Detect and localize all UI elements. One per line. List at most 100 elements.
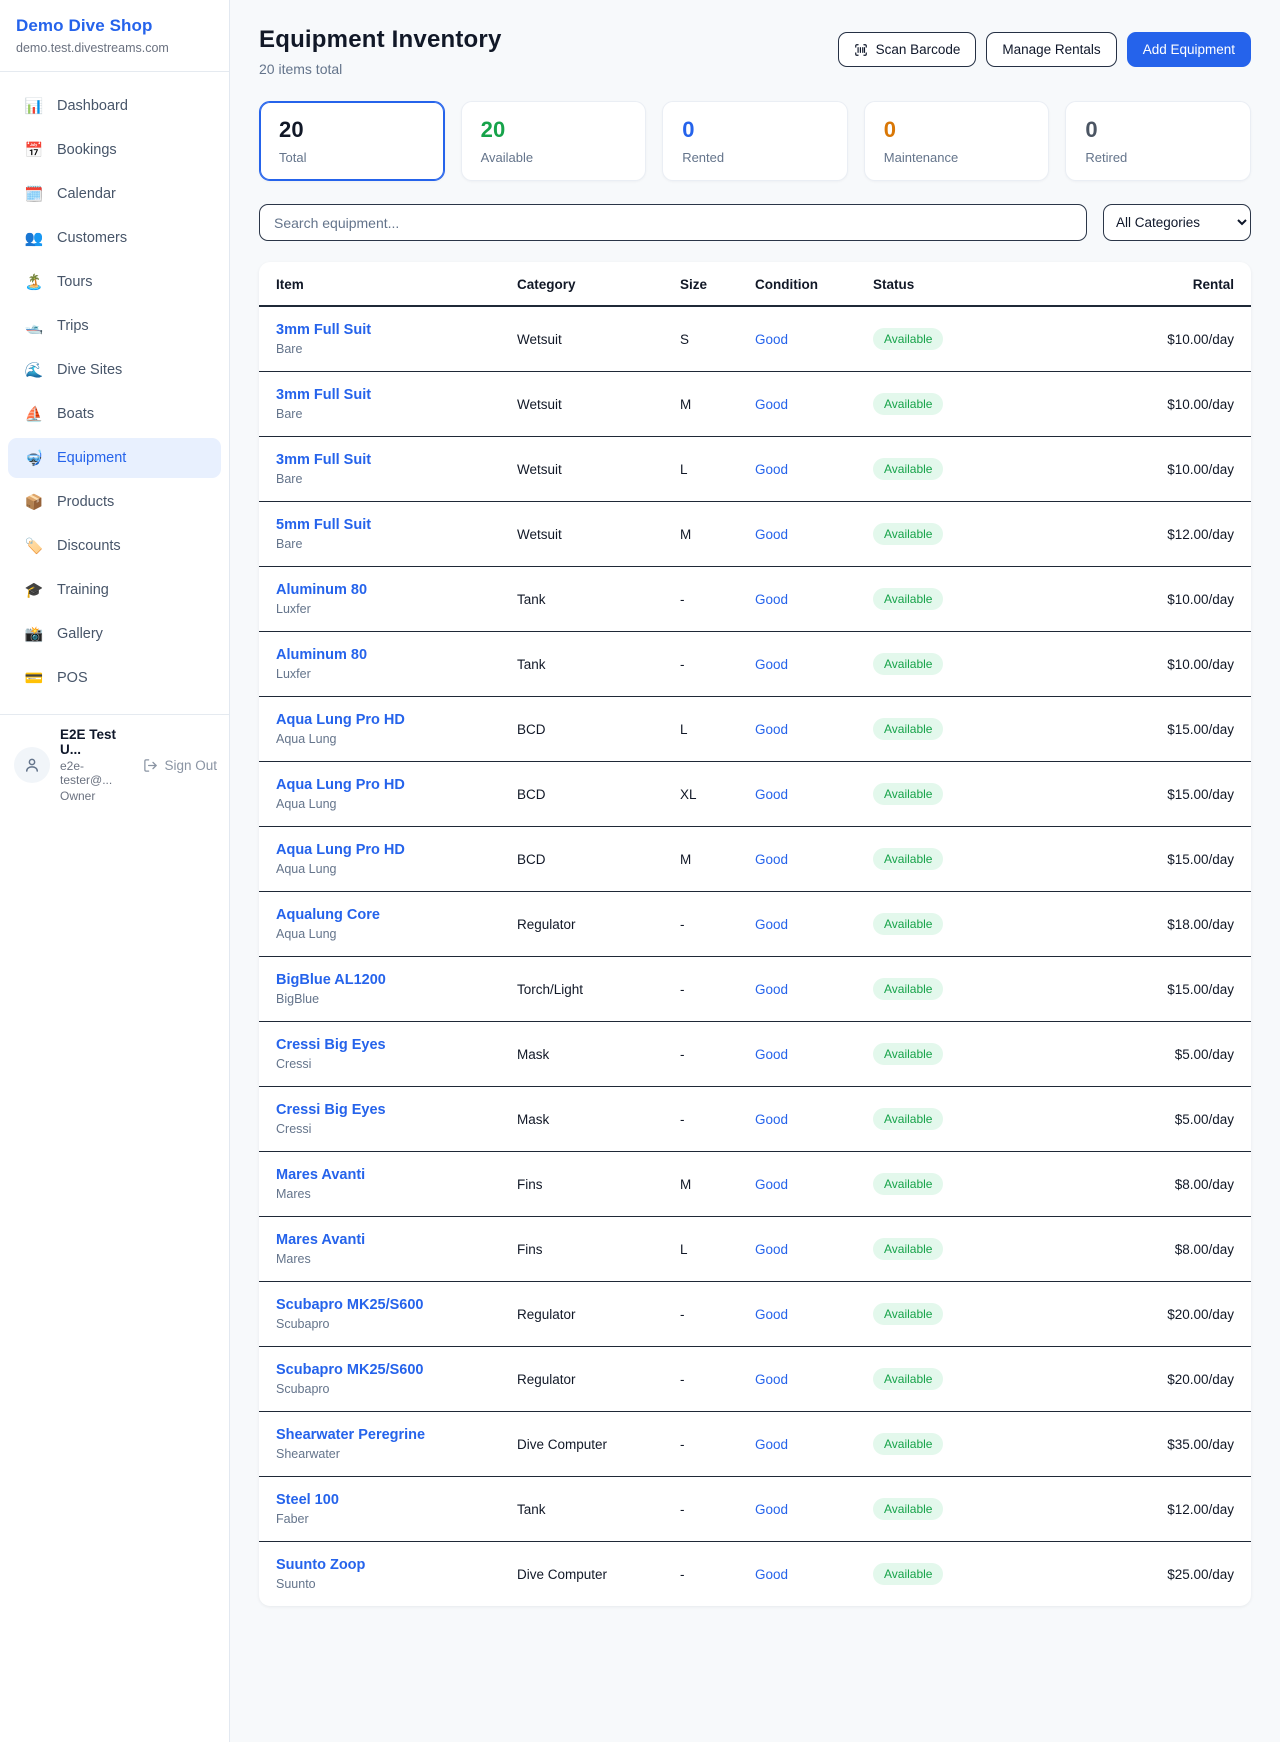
item-name-link[interactable]: Aqua Lung Pro HD xyxy=(276,712,501,728)
item-name-link[interactable]: 3mm Full Suit xyxy=(276,452,501,468)
sidebar-item-dashboard[interactable]: 📊Dashboard xyxy=(8,86,221,126)
sidebar-item-gallery[interactable]: 📸Gallery xyxy=(8,614,221,654)
item-name-link[interactable]: Scubapro MK25/S600 xyxy=(276,1362,501,1378)
table-row: Suunto ZoopSuuntoDive Computer-GoodAvail… xyxy=(259,1542,1251,1607)
stat-card-available[interactable]: 20Available xyxy=(461,101,647,181)
stat-card-retired[interactable]: 0Retired xyxy=(1065,101,1251,181)
item-condition-link[interactable]: Good xyxy=(755,1372,788,1387)
item-condition-link[interactable]: Good xyxy=(755,852,788,867)
item-name-link[interactable]: 3mm Full Suit xyxy=(276,322,501,338)
item-condition-link[interactable]: Good xyxy=(755,397,788,412)
sidebar-item-pos[interactable]: 💳POS xyxy=(8,658,221,698)
item-rental-rate: $10.00/day xyxy=(1015,306,1251,372)
item-name-link[interactable]: Aluminum 80 xyxy=(276,647,501,663)
item-condition-link[interactable]: Good xyxy=(755,1242,788,1257)
column-header-condition: Condition xyxy=(747,262,865,306)
status-badge: Available xyxy=(873,783,943,805)
sign-out-button[interactable]: Sign Out xyxy=(143,758,217,773)
scan-barcode-button[interactable]: Scan Barcode xyxy=(838,32,977,67)
sidebar-item-trips[interactable]: 🛥️Trips xyxy=(8,306,221,346)
item-size: - xyxy=(672,1412,747,1477)
item-condition-link[interactable]: Good xyxy=(755,1177,788,1192)
sidebar-item-boats[interactable]: ⛵Boats xyxy=(8,394,221,434)
item-condition-link[interactable]: Good xyxy=(755,462,788,477)
stat-card-rented[interactable]: 0Rented xyxy=(662,101,848,181)
item-name-link[interactable]: 3mm Full Suit xyxy=(276,387,501,403)
table-row: Cressi Big EyesCressiMask-GoodAvailable$… xyxy=(259,1087,1251,1152)
status-badge: Available xyxy=(873,523,943,545)
item-category: Tank xyxy=(509,567,672,632)
item-name-link[interactable]: 5mm Full Suit xyxy=(276,517,501,533)
sidebar-item-dive-sites[interactable]: 🌊Dive Sites xyxy=(8,350,221,390)
item-brand: Suunto xyxy=(276,1577,501,1591)
item-condition-link[interactable]: Good xyxy=(755,1112,788,1127)
item-brand: Aqua Lung xyxy=(276,732,501,746)
item-condition-link[interactable]: Good xyxy=(755,1502,788,1517)
brand-title: Demo Dive Shop xyxy=(16,16,213,36)
manage-rentals-button[interactable]: Manage Rentals xyxy=(986,32,1116,67)
item-category: Wetsuit xyxy=(509,372,672,437)
item-category: Wetsuit xyxy=(509,437,672,502)
item-name-link[interactable]: Aqua Lung Pro HD xyxy=(276,777,501,793)
item-condition-link[interactable]: Good xyxy=(755,787,788,802)
table-row: Cressi Big EyesCressiMask-GoodAvailable$… xyxy=(259,1022,1251,1087)
item-size: - xyxy=(672,957,747,1022)
stat-card-maintenance[interactable]: 0Maintenance xyxy=(864,101,1050,181)
sidebar-item-products[interactable]: 📦Products xyxy=(8,482,221,522)
item-name-link[interactable]: Mares Avanti xyxy=(276,1232,501,1248)
item-category: Fins xyxy=(509,1152,672,1217)
equipment-table: Item Category Size Condition Status Rent… xyxy=(259,262,1251,1606)
sidebar-item-tours[interactable]: 🏝️Tours xyxy=(8,262,221,302)
customers-icon: 👥 xyxy=(24,229,44,247)
search-input[interactable] xyxy=(259,204,1087,241)
item-name-link[interactable]: Aluminum 80 xyxy=(276,582,501,598)
status-badge: Available xyxy=(873,1108,943,1130)
main-content: Equipment Inventory 20 items total Scan … xyxy=(230,0,1280,1742)
item-condition-link[interactable]: Good xyxy=(755,722,788,737)
column-header-rental: Rental xyxy=(1015,262,1251,306)
sidebar-item-calendar[interactable]: 🗓️Calendar xyxy=(8,174,221,214)
sidebar-item-customers[interactable]: 👥Customers xyxy=(8,218,221,258)
sidebar: Demo Dive Shop demo.test.divestreams.com… xyxy=(0,0,230,1742)
item-name-link[interactable]: Cressi Big Eyes xyxy=(276,1037,501,1053)
item-category: Regulator xyxy=(509,1347,672,1412)
sign-out-label: Sign Out xyxy=(164,758,217,773)
item-name-link[interactable]: Steel 100 xyxy=(276,1492,501,1508)
item-rental-rate: $10.00/day xyxy=(1015,437,1251,502)
item-rental-rate: $5.00/day xyxy=(1015,1022,1251,1087)
item-name-link[interactable]: Scubapro MK25/S600 xyxy=(276,1297,501,1313)
status-badge: Available xyxy=(873,1563,943,1585)
item-name-link[interactable]: Cressi Big Eyes xyxy=(276,1102,501,1118)
item-name-link[interactable]: Aqualung Core xyxy=(276,907,501,923)
sidebar-item-label: Equipment xyxy=(57,450,126,466)
sidebar-item-training[interactable]: 🎓Training xyxy=(8,570,221,610)
item-name-link[interactable]: Aqua Lung Pro HD xyxy=(276,842,501,858)
sidebar-item-discounts[interactable]: 🏷️Discounts xyxy=(8,526,221,566)
item-name-link[interactable]: Mares Avanti xyxy=(276,1167,501,1183)
item-category: Regulator xyxy=(509,892,672,957)
status-badge: Available xyxy=(873,848,943,870)
item-condition-link[interactable]: Good xyxy=(755,1567,788,1582)
header-actions: Scan Barcode Manage Rentals Add Equipmen… xyxy=(838,32,1251,67)
item-size: S xyxy=(672,306,747,372)
item-condition-link[interactable]: Good xyxy=(755,527,788,542)
item-condition-link[interactable]: Good xyxy=(755,1047,788,1062)
stat-card-total[interactable]: 20Total xyxy=(259,101,445,181)
item-condition-link[interactable]: Good xyxy=(755,592,788,607)
item-condition-link[interactable]: Good xyxy=(755,1437,788,1452)
item-brand: Cressi xyxy=(276,1057,501,1071)
item-condition-link[interactable]: Good xyxy=(755,982,788,997)
item-condition-link[interactable]: Good xyxy=(755,1307,788,1322)
item-condition-link[interactable]: Good xyxy=(755,332,788,347)
add-equipment-button[interactable]: Add Equipment xyxy=(1127,32,1251,67)
item-condition-link[interactable]: Good xyxy=(755,917,788,932)
column-header-category: Category xyxy=(509,262,672,306)
item-name-link[interactable]: BigBlue AL1200 xyxy=(276,972,501,988)
sidebar-item-equipment[interactable]: 🤿Equipment xyxy=(8,438,221,478)
item-name-link[interactable]: Shearwater Peregrine xyxy=(276,1427,501,1443)
sidebar-item-bookings[interactable]: 📅Bookings xyxy=(8,130,221,170)
item-name-link[interactable]: Suunto Zoop xyxy=(276,1557,501,1573)
item-category: Regulator xyxy=(509,1282,672,1347)
category-filter[interactable]: All Categories xyxy=(1103,204,1251,241)
item-condition-link[interactable]: Good xyxy=(755,657,788,672)
